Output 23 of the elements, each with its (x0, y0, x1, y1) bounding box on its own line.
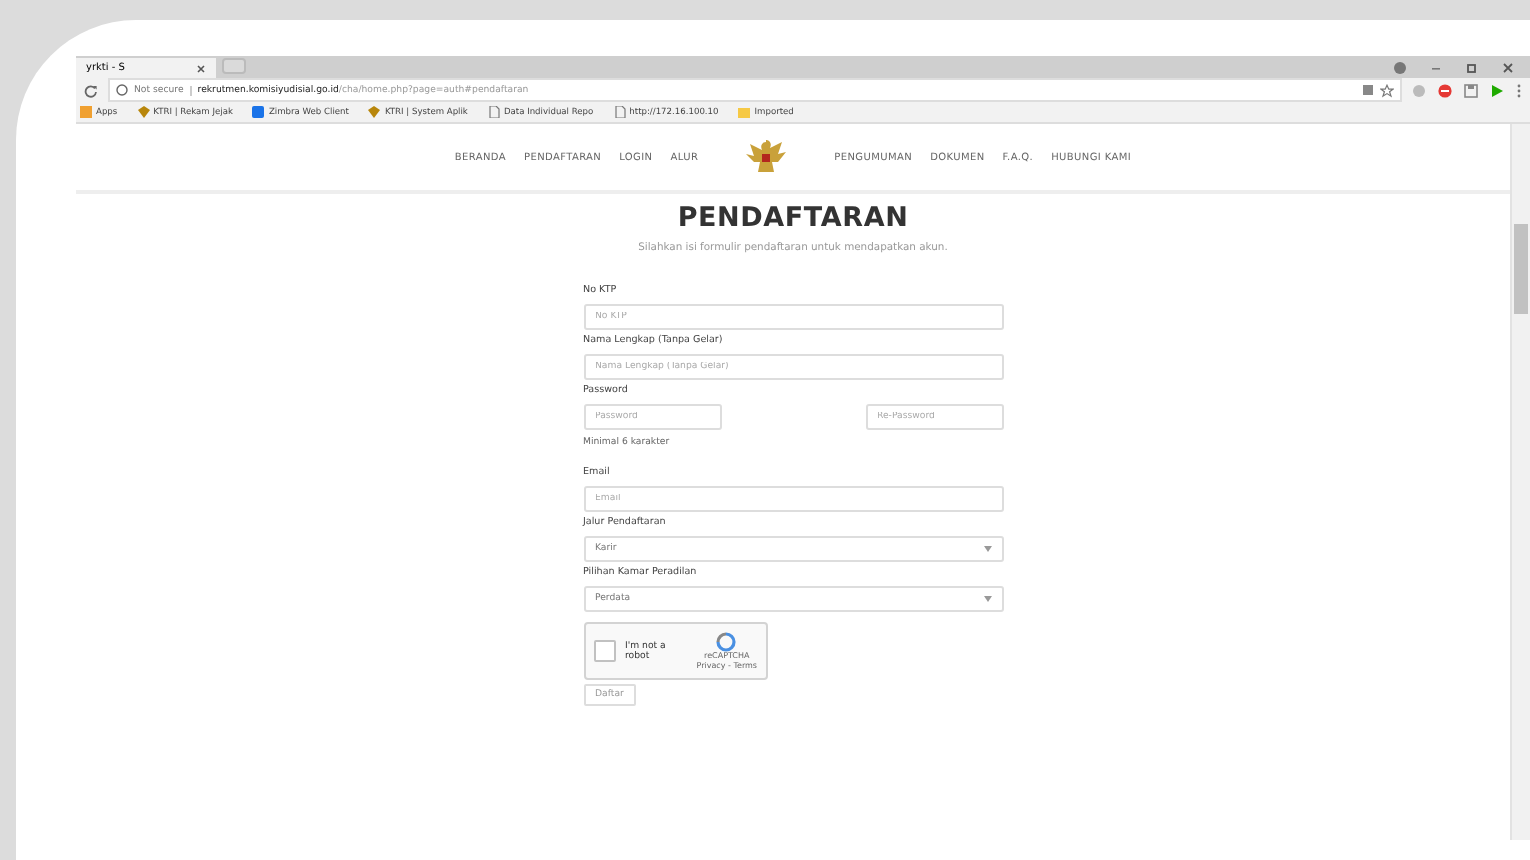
restore-icon (1466, 61, 1478, 73)
menu-icon (1516, 83, 1522, 97)
emblem-icon (368, 106, 381, 118)
recaptcha-icon (716, 632, 737, 653)
checkbox[interactable] (593, 640, 615, 662)
scrollbar-thumb[interactable] (1514, 224, 1528, 314)
reload-icon (84, 83, 98, 97)
close-icon (1502, 61, 1514, 73)
page-icon (613, 106, 626, 118)
page-icon (487, 106, 500, 118)
close-icon (196, 63, 206, 73)
caret-icon (983, 596, 991, 602)
folder-icon (738, 106, 751, 118)
play-icon (1490, 83, 1504, 97)
caret-icon (983, 546, 991, 552)
stop-icon (1438, 83, 1452, 97)
circle-icon (1412, 83, 1426, 97)
emblem-icon (137, 106, 150, 118)
save-icon (1464, 83, 1478, 97)
new-tab-button[interactable] (222, 58, 246, 74)
star-icon (1380, 83, 1394, 97)
info-icon (116, 84, 128, 96)
page-title: PENDAFTARAN (677, 202, 909, 234)
